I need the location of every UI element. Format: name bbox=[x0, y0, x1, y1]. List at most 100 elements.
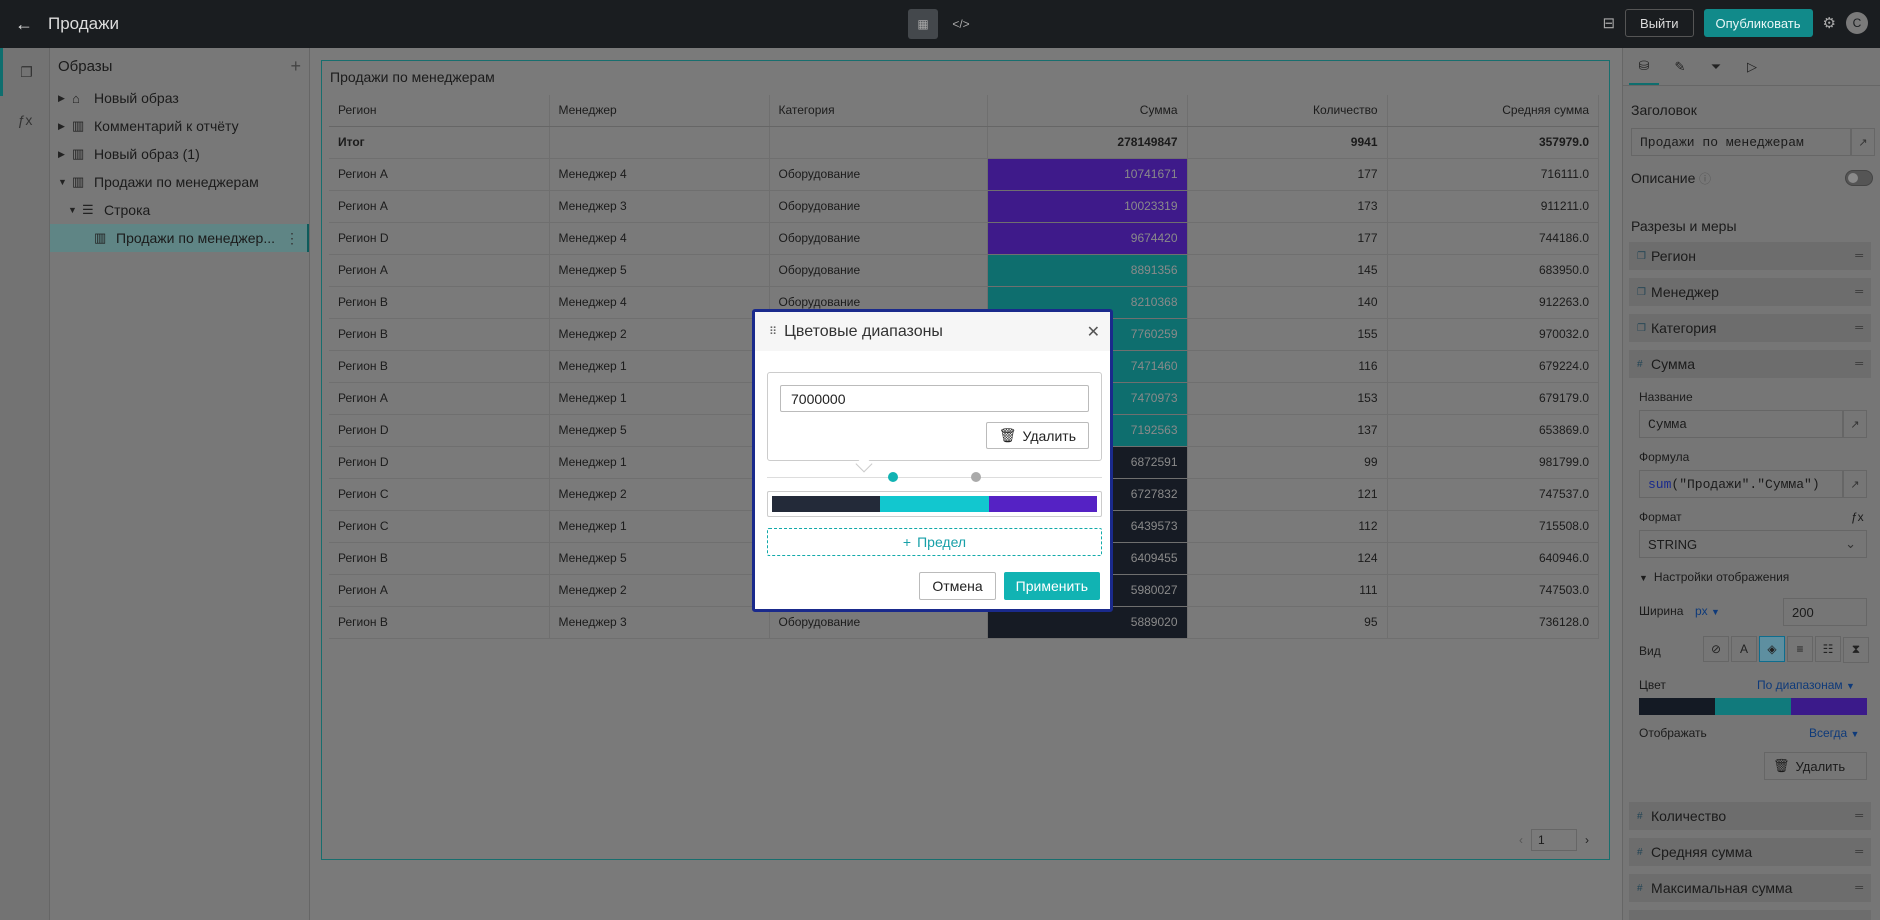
dimension-manager[interactable]: ❐ Менеджер ═ bbox=[1629, 278, 1871, 306]
name-input[interactable]: Сумма bbox=[1639, 410, 1843, 438]
dialog-footer: Отмена Применить bbox=[755, 562, 1110, 609]
measure-quantity[interactable]: # Количество ═ bbox=[1629, 802, 1871, 830]
table-cell: 124 bbox=[1187, 542, 1388, 575]
layers-icon[interactable]: ❐ bbox=[0, 48, 50, 96]
actions-tab-icon[interactable]: ▷ bbox=[1737, 49, 1767, 85]
color-mode-select[interactable]: По диапазонам ▼ bbox=[1757, 678, 1855, 692]
drag-handle-icon[interactable]: ═ bbox=[1855, 358, 1863, 370]
drag-handle-icon[interactable]: ═ bbox=[1855, 286, 1863, 298]
text-color-icon[interactable]: A bbox=[1731, 636, 1757, 662]
data-tab-icon[interactable]: ⛁ bbox=[1629, 49, 1659, 85]
tree-item-row[interactable]: ▼ ☰ Строка bbox=[50, 196, 309, 224]
title-input[interactable]: Продажи по менеджерам bbox=[1631, 128, 1851, 156]
range-color-bar[interactable] bbox=[767, 491, 1102, 517]
drag-handle-icon[interactable]: ═ bbox=[1855, 810, 1863, 822]
publish-button[interactable]: Опубликовать bbox=[1703, 9, 1813, 37]
table-cell: 121 bbox=[1187, 478, 1388, 511]
format-label: Формат bbox=[1639, 510, 1682, 524]
bars-icon[interactable]: ≡ bbox=[1787, 636, 1813, 662]
dimension-category[interactable]: ❐ Категория ═ bbox=[1629, 314, 1871, 342]
measure-icon: # bbox=[1637, 810, 1643, 822]
measure-sum[interactable]: # Сумма ═ bbox=[1629, 350, 1871, 378]
hourglass-icon[interactable]: ⧗ bbox=[1843, 636, 1869, 663]
next-page-icon[interactable]: › bbox=[1585, 833, 1589, 847]
caret-down-icon[interactable]: ▼ bbox=[58, 177, 72, 187]
threshold-marker[interactable] bbox=[887, 472, 898, 482]
dimension-region[interactable]: ❐ Регион ═ bbox=[1629, 242, 1871, 270]
table-cell: Менеджер 4 bbox=[549, 222, 770, 255]
caret-right-icon[interactable]: ▶ bbox=[58, 121, 72, 132]
tree-item-sales-by-managers[interactable]: ▼ ▥ Продажи по менеджерам bbox=[50, 168, 309, 196]
tree-item-comment[interactable]: ▶ ▥ Комментарий к отчёту bbox=[50, 112, 309, 140]
threshold-marker[interactable] bbox=[971, 472, 982, 482]
bars-framed-icon[interactable]: ☷ bbox=[1815, 636, 1841, 662]
avatar[interactable]: С bbox=[1846, 12, 1868, 34]
more-icon[interactable]: ⋮ bbox=[285, 230, 299, 247]
column-header[interactable]: Менеджер bbox=[549, 95, 770, 127]
code-mode-icon[interactable]: </> bbox=[946, 9, 976, 39]
color-range-preview[interactable] bbox=[1639, 698, 1867, 715]
formula-function: sum bbox=[1648, 476, 1672, 492]
filter-tab-icon[interactable]: ⏷ bbox=[1701, 49, 1731, 85]
threshold-value-input[interactable]: 7000000 bbox=[780, 385, 1089, 412]
caret-right-icon[interactable]: ▶ bbox=[58, 149, 72, 160]
layout-mode-icon[interactable]: ▦ bbox=[908, 9, 938, 39]
screens-icon[interactable]: ⊟ bbox=[1602, 14, 1615, 32]
tree-item-new-view-1[interactable]: ▶ ▥ Новый образ (1) bbox=[50, 140, 309, 168]
open-editor-icon[interactable]: ↗ bbox=[1851, 128, 1875, 156]
display-settings-toggle[interactable]: ▼ Настройки отображения bbox=[1639, 570, 1789, 584]
formula-input[interactable]: sum ("Продажи"."Сумма") bbox=[1639, 470, 1843, 498]
width-input[interactable]: 200 bbox=[1783, 598, 1867, 626]
caret-right-icon[interactable]: ▶ bbox=[58, 93, 72, 104]
logout-button[interactable]: Выйти bbox=[1625, 9, 1694, 37]
drag-handle-icon[interactable]: ═ bbox=[1855, 322, 1863, 334]
back-arrow-icon[interactable]: ← bbox=[0, 0, 48, 48]
measure-more[interactable]: # bbox=[1629, 910, 1871, 920]
fx-icon[interactable]: ƒx bbox=[1851, 510, 1864, 524]
drag-handle-icon[interactable]: ═ bbox=[1855, 250, 1863, 262]
tree-item-selected-table[interactable]: ▥ Продажи по менеджер... ⋮ bbox=[50, 224, 309, 252]
formula-icon[interactable]: ƒx bbox=[0, 96, 50, 144]
measure-avg-sum[interactable]: # Средняя сумма ═ bbox=[1629, 838, 1871, 866]
cancel-button[interactable]: Отмена bbox=[919, 571, 996, 600]
tree-item-new-view[interactable]: ▶ ⌂ Новый образ bbox=[50, 84, 309, 112]
add-threshold-button[interactable]: + Предел bbox=[767, 528, 1102, 556]
table-cell: 981799.0 bbox=[1387, 446, 1599, 479]
delete-threshold-button[interactable]: 🗑 Удалить bbox=[985, 422, 1089, 449]
range-color-segment[interactable] bbox=[988, 496, 1097, 512]
close-icon[interactable]: ✕ bbox=[1087, 322, 1100, 342]
range-color-segment[interactable] bbox=[772, 496, 881, 512]
no-fill-icon[interactable]: ⊘ bbox=[1703, 636, 1729, 662]
fill-color-icon[interactable]: ◈ bbox=[1759, 636, 1785, 662]
drag-handle-icon[interactable]: ═ bbox=[1855, 846, 1863, 858]
table-cell: 683950.0 bbox=[1387, 254, 1599, 287]
range-color-segment[interactable] bbox=[880, 496, 989, 512]
column-header[interactable]: Количество bbox=[1187, 95, 1388, 127]
style-tab-icon[interactable]: ✎ bbox=[1665, 49, 1695, 85]
add-icon[interactable]: + bbox=[290, 56, 301, 77]
column-header[interactable]: Средняя сумма bbox=[1387, 95, 1599, 127]
measure-max-sum[interactable]: # Максимальная сумма ═ bbox=[1629, 874, 1871, 902]
caret-down-icon[interactable]: ▼ bbox=[68, 205, 82, 215]
format-select[interactable]: STRING ⌄ bbox=[1639, 530, 1867, 558]
dimension-label: Категория bbox=[1651, 320, 1717, 336]
delete-measure-button[interactable]: 🗑 Удалить bbox=[1764, 752, 1867, 780]
tree-item-label: Комментарий к отчёту bbox=[94, 118, 239, 134]
show-select[interactable]: Всегда ▼ bbox=[1809, 726, 1859, 740]
open-editor-icon[interactable]: ↗ bbox=[1843, 470, 1867, 498]
gear-icon[interactable]: ⚙ bbox=[1823, 14, 1836, 32]
column-header[interactable]: Сумма bbox=[987, 95, 1188, 127]
apply-button[interactable]: Применить bbox=[1003, 571, 1100, 600]
column-header[interactable]: Категория bbox=[769, 95, 988, 127]
drag-grip-icon[interactable]: ⠿ bbox=[769, 325, 777, 338]
drag-handle-icon[interactable]: ═ bbox=[1855, 882, 1863, 894]
page-input[interactable]: 1 bbox=[1531, 829, 1577, 851]
open-editor-icon[interactable]: ↗ bbox=[1843, 410, 1867, 438]
table-cell: Регион A bbox=[329, 254, 550, 287]
table-cell: Регион D bbox=[329, 414, 550, 447]
column-header[interactable]: Регион bbox=[329, 95, 550, 127]
prev-page-icon[interactable]: ‹ bbox=[1519, 833, 1523, 847]
threshold-track[interactable] bbox=[767, 477, 1102, 478]
width-unit-select[interactable]: px ▼ bbox=[1695, 604, 1720, 618]
description-toggle[interactable] bbox=[1845, 170, 1873, 186]
